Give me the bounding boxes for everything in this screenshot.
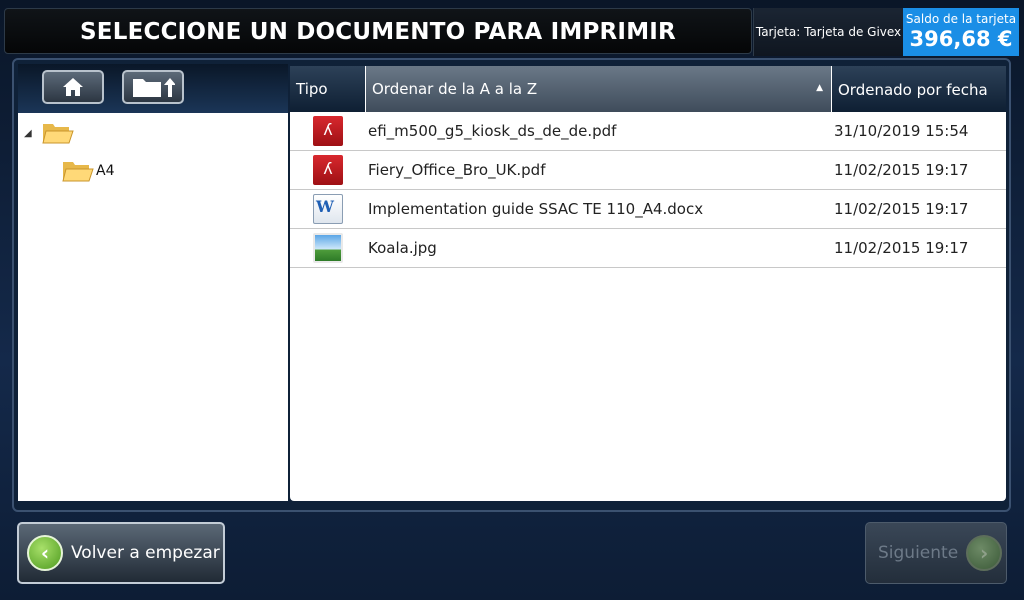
column-header-label: Ordenado por fecha [838,80,988,99]
folder-up-button[interactable] [122,70,184,104]
restart-button-label: Volver a empezar [71,543,220,563]
next-button-label: Siguiente [878,543,959,563]
file-type-cell: W [290,194,366,224]
column-header-label: Tipo [296,80,328,98]
sort-ascending-icon: ▲ [816,83,823,93]
file-type-cell: ʎ [290,116,366,146]
next-button[interactable]: Siguiente › [865,522,1007,584]
balance-value: 396,68 € [909,27,1013,51]
file-name: Koala.jpg [368,239,437,257]
pdf-icon: ʎ [313,155,343,185]
file-row[interactable]: Koala.jpg 11/02/2015 19:17 [290,229,1006,268]
file-name: efi_m500_g5_kiosk_ds_de_de.pdf [368,122,617,140]
tree-item-label: A4 [96,163,115,179]
folder-open-icon [62,162,94,182]
column-header-label: Ordenar de la A a la Z [372,80,538,98]
file-date: 11/02/2015 19:17 [834,239,969,257]
file-name: Implementation guide SSAC TE 110_A4.docx [368,200,704,218]
document-browser: ◢ A4 Tipo Ordenar de la A a la Z ▲ Orden… [12,58,1011,512]
column-header-date[interactable]: Ordenado por fecha [832,66,1006,112]
file-date: 31/10/2019 15:54 [834,122,969,140]
column-header-name[interactable]: Ordenar de la A a la Z ▲ [366,66,832,112]
file-name: Fiery_Office_Bro_UK.pdf [368,161,546,179]
folder-tree: ◢ A4 [18,113,288,501]
balance-label: Saldo de la tarjeta [905,12,1017,26]
tree-item-a4[interactable]: A4 [62,159,114,183]
forward-arrow-icon: › [966,535,1003,571]
tree-toolbar [18,64,288,114]
back-arrow-icon: ‹ [27,535,63,571]
balance-box: Saldo de la tarjeta 396,68 € [903,8,1019,56]
column-header-type[interactable]: Tipo [290,66,366,112]
file-type-cell [290,233,366,263]
list-header: Tipo Ordenar de la A a la Z ▲ Ordenado p… [290,66,1006,112]
folder-open-icon [42,124,74,144]
restart-button[interactable]: ‹ Volver a empezar [17,522,225,584]
file-row[interactable]: W Implementation guide SSAC TE 110_A4.do… [290,190,1006,229]
file-type-cell: ʎ [290,155,366,185]
file-row[interactable]: ʎ Fiery_Office_Bro_UK.pdf 11/02/2015 19:… [290,151,1006,190]
file-row[interactable]: ʎ efi_m500_g5_kiosk_ds_de_de.pdf 31/10/2… [290,112,1006,151]
file-date: 11/02/2015 19:17 [834,161,969,179]
image-icon [313,233,343,263]
pdf-icon: ʎ [313,116,343,146]
card-info: Tarjeta: Tarjeta de Givex [753,8,903,56]
folder-up-icon [133,78,175,97]
tree-item-root[interactable]: ◢ [24,121,76,145]
home-button[interactable] [42,70,104,104]
print-kiosk-app: SELECCIONE UN DOCUMENTO PARA IMPRIMIR Ta… [0,0,1024,600]
header-bar: SELECCIONE UN DOCUMENTO PARA IMPRIMIR [4,8,752,54]
page-title: SELECCIONE UN DOCUMENTO PARA IMPRIMIR [80,19,676,45]
word-icon: W [313,194,343,224]
collapse-arrow-icon[interactable]: ◢ [24,128,32,139]
file-list: Tipo Ordenar de la A a la Z ▲ Ordenado p… [290,66,1006,501]
file-date: 11/02/2015 19:17 [834,200,969,218]
home-icon [63,78,83,96]
